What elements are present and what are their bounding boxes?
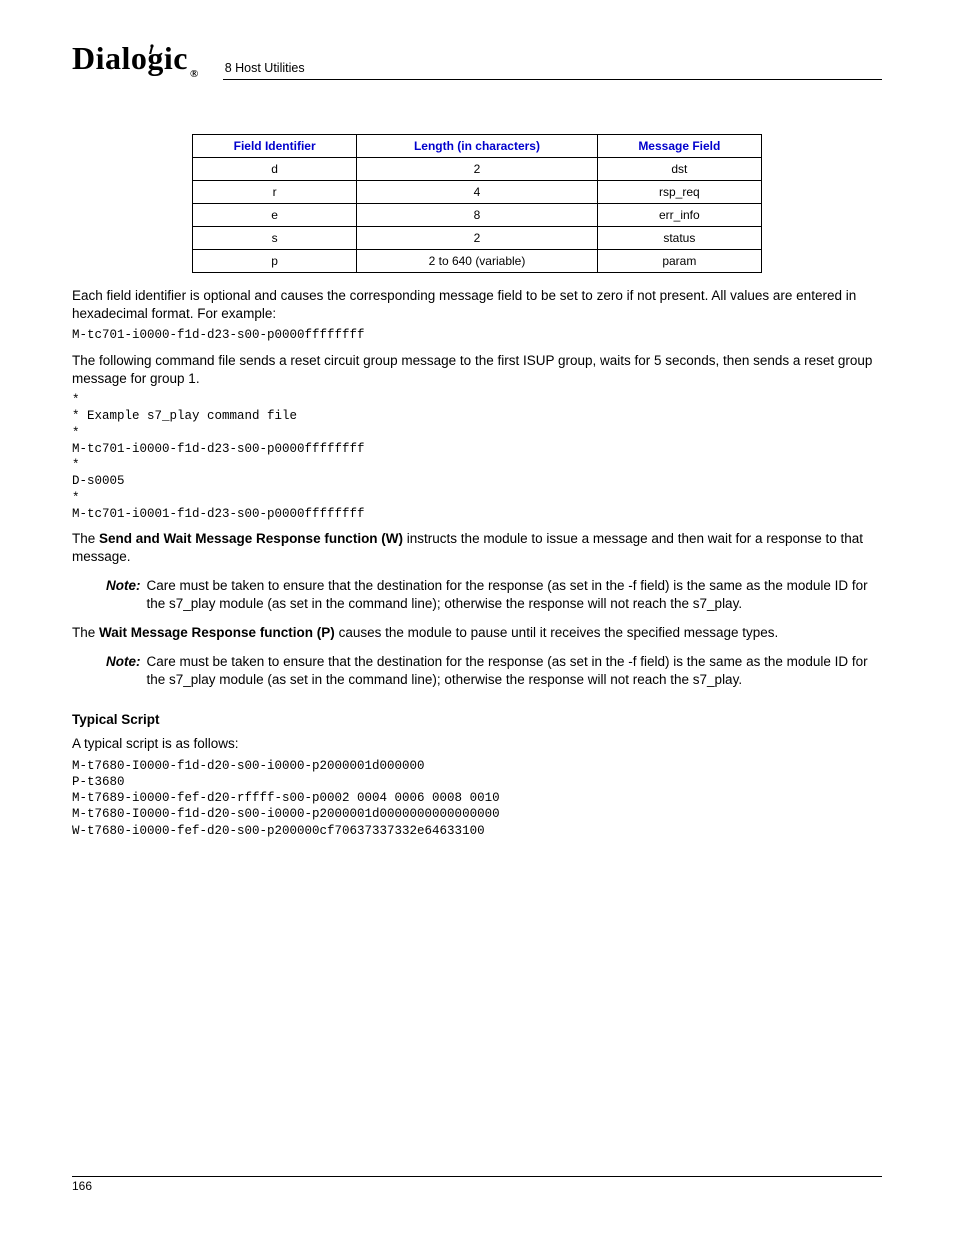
table-row: s 2 status (193, 227, 762, 250)
note-label: Note: (106, 653, 141, 691)
cell-len: 4 (357, 181, 597, 204)
note-label: Note: (106, 577, 141, 615)
cell-len: 2 (357, 227, 597, 250)
cell-id: p (193, 250, 357, 273)
footer-rule (72, 1176, 882, 1177)
cell-id: r (193, 181, 357, 204)
col-length: Length (in characters) (357, 135, 597, 158)
code-block: M-t7680-I0000-f1d-d20-s00-i0000-p2000001… (72, 758, 882, 839)
table-header-row: Field Identifier Length (in characters) … (193, 135, 762, 158)
note-text: Care must be taken to ensure that the de… (147, 653, 883, 691)
text: The (72, 531, 99, 546)
cell-len: 2 (357, 158, 597, 181)
table-row: e 8 err_info (193, 204, 762, 227)
dialogic-logo: Dialogic® (72, 40, 199, 79)
note-block: Note: Care must be taken to ensure that … (106, 577, 882, 615)
page-footer: 166 (72, 1176, 882, 1193)
cell-msg: err_info (597, 204, 761, 227)
paragraph: Each field identifier is optional and ca… (72, 287, 882, 323)
col-field-identifier: Field Identifier (193, 135, 357, 158)
cell-msg: param (597, 250, 761, 273)
note-block: Note: Care must be taken to ensure that … (106, 653, 882, 691)
cell-msg: dst (597, 158, 761, 181)
cell-id: d (193, 158, 357, 181)
note-text: Care must be taken to ensure that the de… (147, 577, 883, 615)
page-header: Dialogic® 8 Host Utilities (72, 38, 882, 82)
table-row: d 2 dst (193, 158, 762, 181)
paragraph: The Send and Wait Message Response funct… (72, 530, 882, 566)
paragraph: The following command file sends a reset… (72, 352, 882, 388)
col-message-field: Message Field (597, 135, 761, 158)
text: causes the module to pause until it rece… (335, 625, 779, 640)
code-block: M-tc701-i0000-f1d-d23-s00-p0000ffffffff (72, 327, 882, 343)
bold-text: Send and Wait Message Response function … (99, 531, 403, 546)
section-label: 8 Host Utilities (223, 61, 882, 80)
paragraph: A typical script is as follows: (72, 735, 882, 753)
page-content: Field Identifier Length (in characters) … (72, 82, 882, 839)
cell-id: e (193, 204, 357, 227)
page-number: 166 (72, 1179, 882, 1193)
cell-msg: status (597, 227, 761, 250)
bold-text: Wait Message Response function (P) (99, 625, 335, 640)
cell-len: 8 (357, 204, 597, 227)
text: The (72, 625, 99, 640)
field-identifier-table: Field Identifier Length (in characters) … (192, 134, 762, 273)
table-row: p 2 to 640 (variable) param (193, 250, 762, 273)
code-block: * * Example s7_play command file * M-tc7… (72, 392, 882, 522)
table-row: r 4 rsp_req (193, 181, 762, 204)
typical-script-heading: Typical Script (72, 712, 882, 727)
cell-id: s (193, 227, 357, 250)
paragraph: The Wait Message Response function (P) c… (72, 624, 882, 642)
cell-len: 2 to 640 (variable) (357, 250, 597, 273)
cell-msg: rsp_req (597, 181, 761, 204)
